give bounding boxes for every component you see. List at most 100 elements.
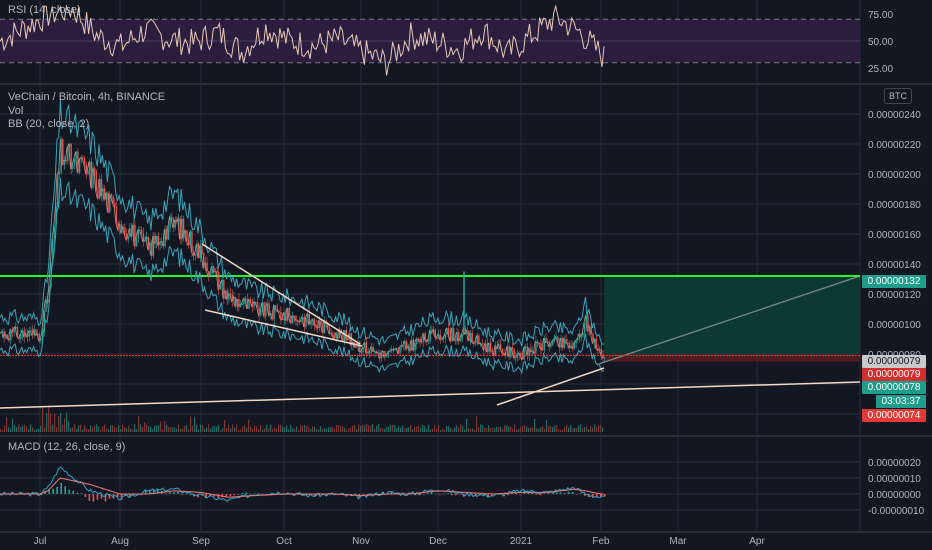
- macd-histogram-bar: [527, 492, 530, 494]
- macd-indicator-label[interactable]: MACD (12, 26, close, 9): [8, 441, 125, 453]
- volume-bar: [112, 425, 114, 432]
- macd-histogram-bar: [60, 483, 62, 494]
- volume-bar: [224, 420, 226, 432]
- candle-body: [511, 347, 514, 349]
- volume-bar: [358, 424, 360, 432]
- candle-body: [182, 218, 185, 238]
- volume-bar: [518, 429, 520, 432]
- candle-body: [218, 272, 220, 290]
- candle-body: [119, 224, 121, 230]
- volume-bar: [330, 427, 332, 432]
- candle-body: [288, 308, 290, 316]
- price-axis-tick: 0.00000140: [868, 260, 921, 271]
- volume-bar: [344, 427, 346, 432]
- volume-bar: [346, 429, 348, 432]
- volume-bar: [20, 427, 22, 432]
- candle-body: [135, 237, 138, 247]
- volume-bar: [424, 426, 426, 432]
- candle-body: [503, 352, 505, 355]
- volume-bar: [574, 427, 576, 432]
- candle-body: [28, 331, 30, 337]
- volume-bar: [48, 406, 50, 432]
- volume-indicator-label[interactable]: Vol: [8, 105, 23, 117]
- candle-body: [424, 333, 426, 340]
- candle-body: [243, 298, 245, 304]
- volume-bar: [516, 429, 518, 432]
- rsi-indicator-label[interactable]: RSI (14, close): [8, 4, 81, 16]
- candle-body: [140, 230, 143, 234]
- volume-bar: [556, 424, 558, 432]
- candle-body: [400, 345, 403, 348]
- volume-bar: [94, 425, 96, 432]
- macd-histogram-bar: [76, 492, 79, 494]
- candle-body: [271, 313, 274, 320]
- candle-body: [53, 226, 56, 240]
- volume-bar: [140, 424, 142, 432]
- candle-body: [600, 349, 603, 355]
- candle-body: [130, 228, 133, 237]
- candle-body: [206, 262, 208, 272]
- candle-body: [70, 144, 72, 170]
- volume-bar: [122, 424, 124, 432]
- candle-body: [447, 328, 450, 333]
- symbol-title[interactable]: VeChain / Bitcoin, 4h, BINANCE: [8, 91, 165, 103]
- volume-bar: [188, 429, 190, 432]
- candle-body: [437, 334, 440, 339]
- volume-bar: [84, 425, 86, 432]
- volume-bar: [434, 425, 436, 432]
- volume-bar: [428, 424, 430, 432]
- volume-bar: [242, 426, 244, 432]
- candle-body: [147, 237, 150, 250]
- candle-body: [273, 305, 275, 320]
- volume-bar: [400, 427, 402, 432]
- macd-histogram-bar: [551, 493, 554, 494]
- volume-bar: [212, 426, 214, 432]
- candle-body: [575, 340, 577, 344]
- volume-bar: [470, 428, 472, 432]
- bb-indicator-label[interactable]: BB (20, close, 2): [8, 118, 89, 130]
- volume-bar: [270, 424, 272, 432]
- candle-body: [62, 138, 64, 165]
- chart-stage[interactable]: Jul Aug Sep Oct Nov Dec 2021 Feb Mar Apr 75.00 50.0…: [0, 0, 932, 550]
- candle-body: [55, 206, 57, 227]
- candle-body: [411, 339, 413, 351]
- volume-bar: [194, 416, 196, 432]
- candle-body: [142, 233, 145, 242]
- currency-unit-button[interactable]: BTC: [884, 88, 912, 104]
- candle-body: [451, 328, 453, 342]
- volume-bar: [60, 412, 62, 432]
- candle-body: [533, 351, 535, 354]
- volume-bar: [302, 425, 304, 432]
- candle-body: [557, 336, 559, 341]
- candle-body: [510, 347, 512, 357]
- macd-histogram-bar: [249, 493, 252, 495]
- candle-body: [578, 334, 581, 339]
- x-tick-label: Jul: [34, 536, 47, 547]
- volume-bar: [298, 429, 300, 432]
- volume-bar: [520, 426, 522, 432]
- volume-bar: [222, 427, 224, 432]
- volume-bar: [538, 429, 540, 432]
- candle-body: [380, 353, 383, 359]
- candle-body: [191, 231, 193, 252]
- volume-bar: [232, 424, 234, 432]
- volume-bar: [348, 428, 350, 432]
- chart-canvas[interactable]: Jul Aug Sep Oct Nov Dec 2021 Feb Mar Apr 75.00 50.0…: [0, 0, 932, 550]
- candle-body: [226, 290, 228, 300]
- volume-bar: [412, 429, 414, 432]
- volume-bar: [410, 425, 412, 432]
- volume-bar: [480, 424, 482, 432]
- candle-body: [105, 192, 108, 200]
- macd-histogram-bar: [539, 494, 542, 496]
- candle-body: [201, 245, 203, 254]
- volume-bar: [458, 427, 460, 432]
- candle-body: [545, 338, 547, 343]
- volume-bar: [282, 426, 284, 432]
- volume-bar: [514, 424, 516, 432]
- volume-bar: [254, 425, 256, 432]
- volume-bar: [512, 428, 514, 432]
- candle-body: [441, 338, 443, 340]
- volume-bar: [532, 427, 534, 432]
- candle-body: [562, 337, 564, 348]
- price-tag-bb-mid: 0.00000078: [862, 381, 926, 394]
